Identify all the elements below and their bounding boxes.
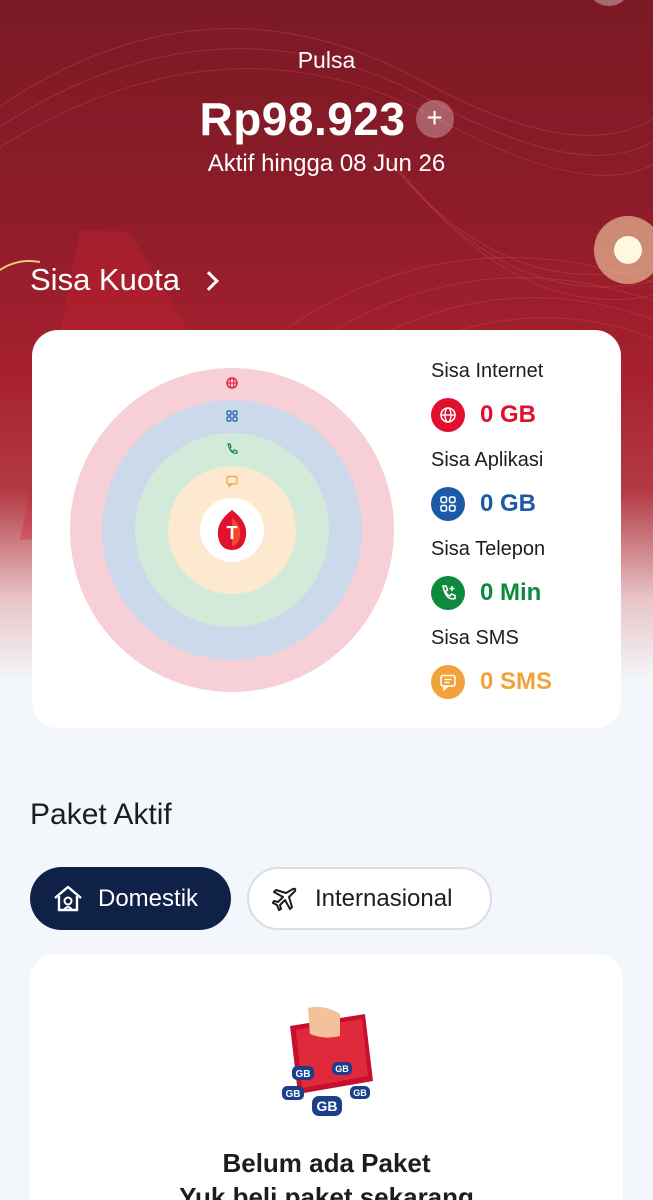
tab-internasional[interactable]: Internasional xyxy=(247,867,492,930)
quota-label: Sisa Telepon xyxy=(431,538,546,560)
apps-icon xyxy=(431,487,465,521)
globe-icon xyxy=(226,377,238,389)
svg-text:GB: GB xyxy=(286,1089,301,1100)
sisa-kuota-link[interactable]: Sisa Kuota xyxy=(30,262,219,298)
tab-label: Internasional xyxy=(315,884,453,912)
empty-title: Belum ada Paket xyxy=(222,1148,431,1178)
topup-button[interactable]: + xyxy=(415,100,454,138)
quota-value: 0 SMS xyxy=(480,668,553,695)
balance-row: Rp98.923 + xyxy=(0,92,653,146)
pulsa-label: Pulsa xyxy=(297,47,356,73)
tab-label: Domestik xyxy=(98,884,199,912)
telkomsel-logo-icon: T xyxy=(217,510,247,550)
quota-item-sms: Sisa SMS 0 SMS xyxy=(431,627,611,716)
svg-text:T: T xyxy=(227,523,238,543)
phone-icon xyxy=(431,576,465,610)
quota-item-telepon: Sisa Telepon 0 Min xyxy=(431,538,611,627)
empty-package-illustration: GB GB GB GB GB xyxy=(282,1006,373,1116)
quota-rings-chart: T xyxy=(70,368,394,692)
quota-item-aplikasi: Sisa Aplikasi 0 GB xyxy=(431,449,611,538)
svg-text:GB: GB xyxy=(335,1064,349,1074)
apps-icon xyxy=(226,410,238,422)
quota-value: 0 Min xyxy=(480,579,542,606)
quota-value: 0 GB xyxy=(480,401,537,428)
paket-aktif-title: Paket Aktif xyxy=(30,798,172,831)
phone-icon xyxy=(227,443,238,454)
sms-icon xyxy=(431,665,465,699)
sisa-kuota-title: Sisa Kuota xyxy=(30,262,180,297)
house-icon xyxy=(54,885,82,911)
sms-icon xyxy=(226,475,238,488)
telkomsel-logo: T xyxy=(200,498,264,562)
quota-label: Sisa Aplikasi xyxy=(431,449,544,471)
airplane-icon xyxy=(272,887,297,911)
paket-empty-card: GB GB GB GB GB Belum ada Paket Yuk beli … xyxy=(30,954,623,1200)
tab-domestik[interactable]: Domestik xyxy=(30,867,231,930)
quota-label: Sisa SMS xyxy=(431,627,519,649)
svg-text:GB: GB xyxy=(296,1069,311,1080)
quota-label: Sisa Internet xyxy=(431,360,544,382)
globe-icon xyxy=(431,398,465,432)
quota-value: 0 GB xyxy=(480,490,537,517)
active-until-text: Aktif hingga 08 Jun 26 xyxy=(207,150,446,177)
svg-text:GB: GB xyxy=(317,1098,338,1114)
svg-text:GB: GB xyxy=(353,1088,367,1098)
balance-amount: Rp98.923 xyxy=(199,93,406,145)
chevron-right-icon xyxy=(199,271,219,291)
quota-item-internet: Sisa Internet 0 GB xyxy=(431,360,611,449)
kuota-card[interactable]: T Sisa Internet 0 GB Sisa Aplikasi 0 GB xyxy=(32,330,621,728)
empty-subtitle: Yuk beli paket sekarang xyxy=(179,1182,474,1200)
quota-list: Sisa Internet 0 GB Sisa Aplikasi 0 GB Si… xyxy=(431,360,611,716)
